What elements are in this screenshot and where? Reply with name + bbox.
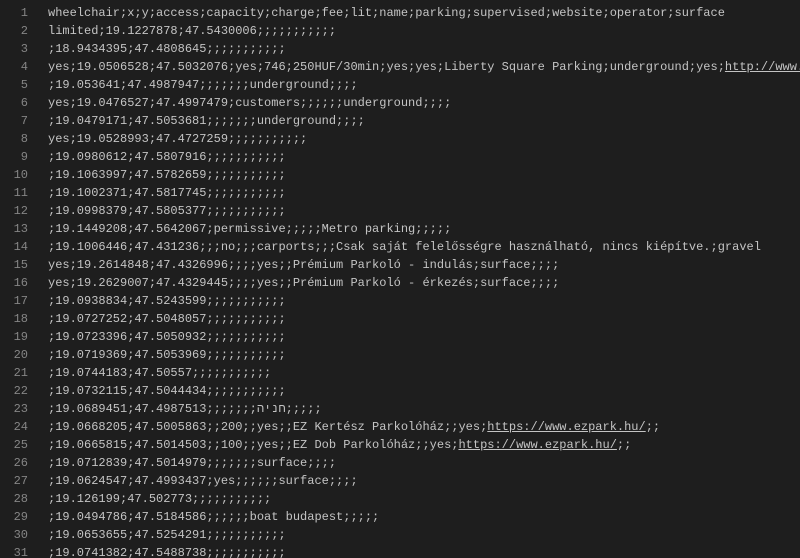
line-number: 7 — [0, 112, 28, 130]
code-line: limited;19.1227878;47.5430006;;;;;;;;;;; — [48, 22, 800, 40]
line-number-gutter: 1234567891011121314151617181920212223242… — [0, 0, 38, 558]
line-number: 18 — [0, 310, 28, 328]
line-number: 6 — [0, 94, 28, 112]
line-number: 27 — [0, 472, 28, 490]
code-line: ;19.0689451;47.4987513;;;;;;;חניה;;;;; — [48, 400, 800, 418]
line-number: 26 — [0, 454, 28, 472]
code-line: ;19.126199;47.502773;;;;;;;;;;; — [48, 490, 800, 508]
line-number: 25 — [0, 436, 28, 454]
code-line: ;19.0938834;47.5243599;;;;;;;;;;; — [48, 292, 800, 310]
line-number: 15 — [0, 256, 28, 274]
line-number: 31 — [0, 544, 28, 558]
code-editor: 1234567891011121314151617181920212223242… — [0, 0, 800, 558]
code-line: ;19.0653655;47.5254291;;;;;;;;;;; — [48, 526, 800, 544]
code-line: ;19.0732115;47.5044434;;;;;;;;;;; — [48, 382, 800, 400]
code-line: ;19.0980612;47.5807916;;;;;;;;;;; — [48, 148, 800, 166]
line-number: 8 — [0, 130, 28, 148]
code-line: wheelchair;x;y;access;capacity;charge;fe… — [48, 4, 800, 22]
code-line: ;19.053641;47.4987947;;;;;;;underground;… — [48, 76, 800, 94]
line-number: 16 — [0, 274, 28, 292]
line-number: 22 — [0, 382, 28, 400]
code-line: yes;19.2629007;47.4329445;;;;yes;;Prémiu… — [48, 274, 800, 292]
code-line: ;19.1002371;47.5817745;;;;;;;;;;; — [48, 184, 800, 202]
code-line: yes;19.0476527;47.4997479;customers;;;;;… — [48, 94, 800, 112]
code-line: ;19.0479171;47.5053681;;;;;;;underground… — [48, 112, 800, 130]
line-number: 3 — [0, 40, 28, 58]
line-number: 1 — [0, 4, 28, 22]
url-link[interactable]: https://www.ezpark.hu/ — [458, 438, 616, 452]
code-line: ;19.0723396;47.5050932;;;;;;;;;;; — [48, 328, 800, 346]
url-link[interactable]: https://www.ezpark.hu/ — [487, 420, 645, 434]
line-number: 12 — [0, 202, 28, 220]
line-number: 10 — [0, 166, 28, 184]
line-number: 17 — [0, 292, 28, 310]
code-line: ;19.1006446;47.431236;;;no;;;carports;;;… — [48, 238, 800, 256]
line-number: 19 — [0, 328, 28, 346]
code-line: ;19.0719369;47.5053969;;;;;;;;;;; — [48, 346, 800, 364]
line-number: 2 — [0, 22, 28, 40]
code-line: ;19.1449208;47.5642067;permissive;;;;;Me… — [48, 220, 800, 238]
line-number: 9 — [0, 148, 28, 166]
code-line: ;19.0727252;47.5048057;;;;;;;;;;; — [48, 310, 800, 328]
line-number: 29 — [0, 508, 28, 526]
code-line: ;19.0998379;47.5805377;;;;;;;;;;; — [48, 202, 800, 220]
code-line: ;19.0712839;47.5014979;;;;;;;surface;;;; — [48, 454, 800, 472]
code-line: ;19.1063997;47.5782659;;;;;;;;;;; — [48, 166, 800, 184]
code-line: yes;19.0528993;47.4727259;;;;;;;;;;; — [48, 130, 800, 148]
code-line: yes;19.2614848;47.4326996;;;;yes;;Prémiu… — [48, 256, 800, 274]
code-line: ;19.0494786;47.5184586;;;;;;boat budapes… — [48, 508, 800, 526]
line-number: 30 — [0, 526, 28, 544]
line-number: 21 — [0, 364, 28, 382]
line-number: 5 — [0, 76, 28, 94]
code-line: ;19.0744183;47.50557;;;;;;;;;;; — [48, 364, 800, 382]
url-link[interactable]: http://www.libertysquareparking.com — [725, 60, 800, 74]
code-line: ;19.0665815;47.5014503;;100;;yes;;EZ Dob… — [48, 436, 800, 454]
line-number: 20 — [0, 346, 28, 364]
line-number: 24 — [0, 418, 28, 436]
code-line: yes;19.0506528;47.5032076;yes;746;250HUF… — [48, 58, 800, 76]
line-number: 13 — [0, 220, 28, 238]
line-number: 11 — [0, 184, 28, 202]
line-number: 4 — [0, 58, 28, 76]
code-line: ;19.0668205;47.5005863;;200;;yes;;EZ Ker… — [48, 418, 800, 436]
code-line: ;19.0741382;47.5488738;;;;;;;;;;; — [48, 544, 800, 558]
line-number: 23 — [0, 400, 28, 418]
code-line: ;18.9434395;47.4808645;;;;;;;;;;; — [48, 40, 800, 58]
line-number: 14 — [0, 238, 28, 256]
line-number: 28 — [0, 490, 28, 508]
code-content[interactable]: wheelchair;x;y;access;capacity;charge;fe… — [38, 0, 800, 558]
code-line: ;19.0624547;47.4993437;yes;;;;;;surface;… — [48, 472, 800, 490]
